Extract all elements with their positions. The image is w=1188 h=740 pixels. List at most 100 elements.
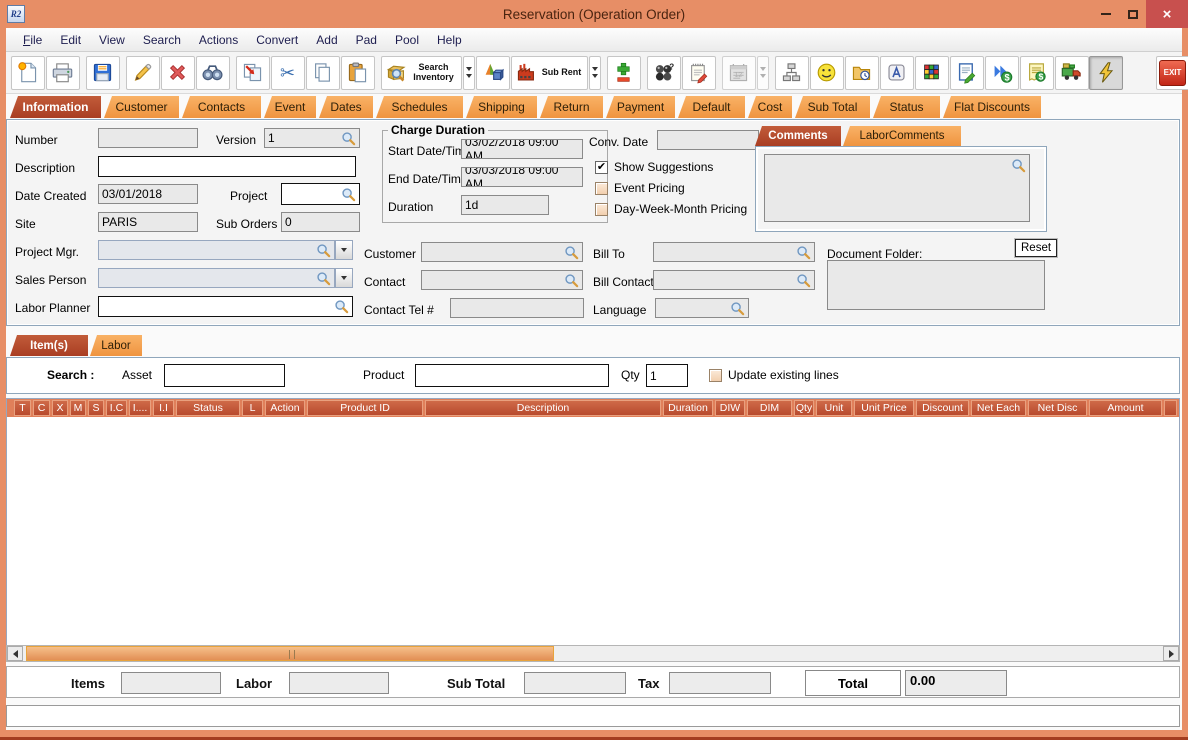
menu-convert[interactable]: Convert [247,30,307,50]
customer-field[interactable] [421,242,583,262]
tab-return[interactable]: Return [540,96,603,118]
column-header-x[interactable]: X [52,400,68,416]
truck-button[interactable] [1054,55,1089,90]
column-header-c[interactable]: C [33,400,50,416]
product-input[interactable] [415,364,609,387]
description-field[interactable] [98,156,356,177]
notepad-button[interactable] [681,55,716,90]
project-mgr-dropdown[interactable] [335,240,353,260]
sub-rent-button[interactable]: Sub Rent [510,55,588,90]
bill-contact-field[interactable] [653,270,815,290]
option-show-suggestions[interactable]: ✔ Show Suggestions [595,160,713,174]
tab-items[interactable]: Item(s) [10,335,88,356]
search-icon[interactable] [730,301,745,316]
edit-button[interactable] [125,55,160,90]
tab-dates[interactable]: Dates [319,96,373,118]
asset-input[interactable] [164,364,285,387]
checkbox-checked[interactable]: ✔ [595,160,608,174]
add-remove-button[interactable] [606,55,641,90]
column-header-unit-price[interactable]: Unit Price [854,400,914,416]
search-inventory-button[interactable]: Search Inventory [380,55,462,90]
column-header-description[interactable]: Description [425,400,661,416]
delete-button[interactable] [160,55,195,90]
column-header-diw[interactable]: DIW [715,400,745,416]
exit-button[interactable]: EXIT [1155,55,1188,90]
project-field[interactable] [281,183,360,205]
tab-schedules[interactable]: Schedules [376,96,463,118]
column-header-amount[interactable]: Amount [1089,400,1162,416]
column-header-t[interactable]: T [14,400,31,416]
menu-help[interactable]: Help [428,30,471,50]
org-chart-button[interactable] [774,55,809,90]
project-mgr-field[interactable] [98,240,335,260]
number-field[interactable] [98,128,198,148]
scroll-left-arrow[interactable] [7,646,23,661]
document-folder-textarea[interactable] [827,260,1045,310]
folder-time-button[interactable] [844,55,879,90]
minimize-button[interactable] [1092,0,1119,28]
tab-contacts[interactable]: Contacts [182,96,261,118]
checkbox-unchecked[interactable] [709,368,722,382]
column-header-unit[interactable]: Unit [816,400,852,416]
cubes-button[interactable] [914,55,949,90]
checkbox-unchecked[interactable] [595,181,608,195]
maximize-button[interactable] [1119,0,1146,28]
group-query-button[interactable]: ? [646,55,681,90]
sub-rent-dropdown[interactable] [588,55,601,90]
tab-comments[interactable]: Comments [755,126,841,146]
menu-edit[interactable]: Edit [51,30,90,50]
forward-dollar-button[interactable]: $ [984,55,1019,90]
column-header-action[interactable]: Action [265,400,305,416]
new-document-button[interactable] [10,55,45,90]
search-icon[interactable] [334,299,349,314]
smiley-button[interactable] [809,55,844,90]
menu-pool[interactable]: Pool [386,30,428,50]
tab-customer[interactable]: Customer [104,96,179,118]
duration-field[interactable]: 1d [461,195,549,215]
scrollbar-thumb[interactable] [26,646,554,661]
search-inventory-dropdown[interactable] [462,55,475,90]
find-button[interactable] [195,55,230,90]
scrollbar-track[interactable] [23,646,1163,661]
menu-file[interactable]: File [14,30,51,50]
contact-field[interactable] [421,270,583,290]
tab-information[interactable]: Information [10,96,101,118]
keyboard-button[interactable] [879,55,914,90]
column-header-m[interactable]: M [70,400,86,416]
tab-sub-total[interactable]: Sub Total [795,96,870,118]
column-header-s[interactable]: S [88,400,104,416]
column-header-qty[interactable]: Qty [794,400,814,416]
search-icon[interactable] [796,273,811,288]
column-header-i[interactable]: I.... [129,400,151,416]
tab-labor[interactable]: Labor [90,335,142,356]
items-table-body[interactable] [6,417,1180,645]
column-header-l[interactable]: L [242,400,263,416]
option-event-pricing[interactable]: Event Pricing [595,181,685,195]
version-field[interactable]: 1 [264,128,360,148]
tab-flat-discounts[interactable]: Flat Discounts [943,96,1041,118]
column-header-net-each[interactable]: Net Each [971,400,1026,416]
menu-pad[interactable]: Pad [347,30,386,50]
start-datetime-field[interactable]: 03/02/2018 09:00 AM [461,139,583,159]
column-header-status[interactable]: Status [176,400,240,416]
tab-shipping[interactable]: Shipping [466,96,537,118]
column-header-duration[interactable]: Duration [663,400,713,416]
save-button[interactable] [85,55,120,90]
tab-event[interactable]: Event [264,96,316,118]
column-header-product-id[interactable]: Product ID [307,400,423,416]
sales-person-field[interactable] [98,268,335,288]
end-datetime-field[interactable]: 03/03/2018 09:00 AM [461,167,583,187]
search-icon[interactable] [316,243,331,258]
menu-view[interactable]: View [90,30,134,50]
search-icon[interactable] [564,245,579,260]
search-icon[interactable] [341,187,356,202]
qty-input[interactable]: 1 [646,364,688,387]
labor-planner-field[interactable] [98,296,353,317]
column-header-dim[interactable]: DIM [747,400,792,416]
column-header-i-c[interactable]: I.C [106,400,127,416]
copy-button[interactable] [305,55,340,90]
print-button[interactable] [45,55,80,90]
tab-default[interactable]: Default [678,96,745,118]
column-header-net-disc[interactable]: Net Disc [1028,400,1087,416]
paste-button[interactable] [340,55,375,90]
